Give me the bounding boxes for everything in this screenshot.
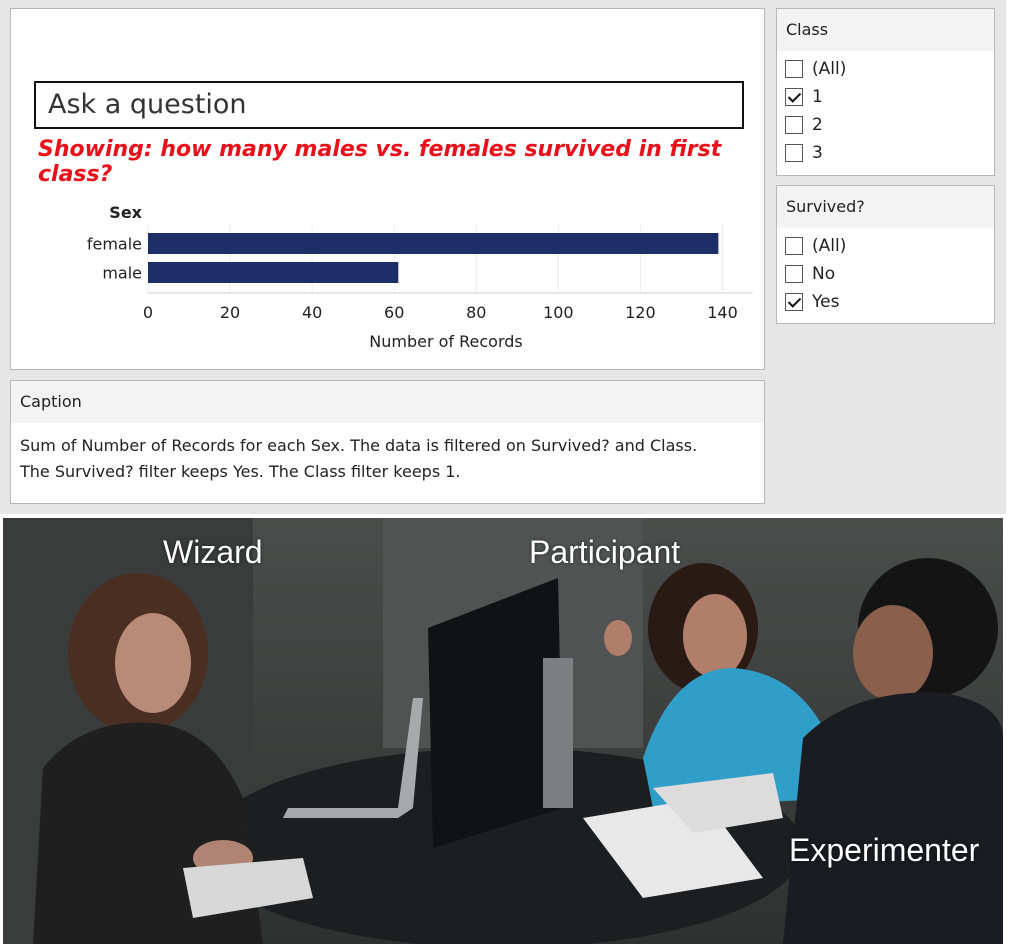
bar-chart: Sex female male 0 20 40 60 80 100 120 140 Number… [11,187,764,366]
survived-option-yes[interactable]: Yes [777,288,994,316]
class-checkbox-all[interactable] [785,60,803,78]
caption-header: Caption [11,381,764,423]
showing-interpretation-text: Showing: how many males vs. females surv… [38,137,722,187]
survived-checkbox-all[interactable] [785,237,803,255]
survived-filter-title: Survived? [777,186,994,228]
survived-option-label: Yes [812,292,840,312]
class-option-label: (All) [812,59,847,79]
bar-chart-svg: Sex female male 0 20 40 60 80 100 120 140 Number… [87,203,753,351]
x-tick-label: 140 [707,303,738,322]
class-option-3[interactable]: 3 [777,139,994,167]
caption-line-1: Sum of Number of Records for each Sex. T… [20,436,698,455]
caption-line-2: The Survived? filter keeps Yes. The Clas… [20,462,461,481]
x-axis-title: Number of Records [369,332,522,351]
category-label: female [87,235,142,254]
caption-body: Sum of Number of Records for each Sex. T… [11,423,764,485]
survived-filter: Survived? (All) No Yes [776,185,995,324]
caption-panel: Caption Sum of Number of Records for eac… [10,380,765,504]
study-setup-photo: Wizard Participant Experimenter [3,518,1003,944]
x-tick-label: 60 [384,303,404,322]
bar-male[interactable] [148,262,399,283]
class-checkbox-2[interactable] [785,116,803,134]
survived-option-label: No [812,264,836,284]
participant-label: Participant [529,534,681,570]
class-option-2[interactable]: 2 [777,111,994,139]
survived-option-all[interactable]: (All) [777,232,994,260]
x-tick-label: 40 [302,303,322,322]
tableau-dashboard: Ask a question Showing: how many males v… [0,0,1006,514]
class-option-label: 3 [812,143,823,163]
visualization-panel: Ask a question Showing: how many males v… [10,8,765,370]
survived-option-label: (All) [812,236,847,256]
class-option-label: 1 [812,87,823,107]
photo-illustration [3,518,1003,944]
x-tick-label: 20 [220,303,240,322]
dimension-label: Sex [109,203,142,222]
x-tick-label: 0 [143,303,153,322]
survived-option-no[interactable]: No [777,260,994,288]
survived-checkbox-yes[interactable] [785,293,803,311]
category-label: male [102,264,142,283]
class-option-1[interactable]: 1 [777,83,994,111]
ask-question-input[interactable]: Ask a question [34,81,744,129]
class-option-label: 2 [812,115,823,135]
bar-female[interactable] [148,233,719,254]
experimenter-label: Experimenter [789,832,980,868]
x-tick-label: 80 [466,303,486,322]
survived-checkbox-no[interactable] [785,265,803,283]
x-tick-label: 100 [543,303,574,322]
class-filter-title: Class [777,9,994,51]
class-option-all[interactable]: (All) [777,55,994,83]
wizard-label: Wizard [163,534,263,570]
class-checkbox-1[interactable] [785,88,803,106]
class-checkbox-3[interactable] [785,144,803,162]
x-tick-label: 120 [625,303,656,322]
class-filter: Class (All) 1 2 3 [776,8,995,176]
